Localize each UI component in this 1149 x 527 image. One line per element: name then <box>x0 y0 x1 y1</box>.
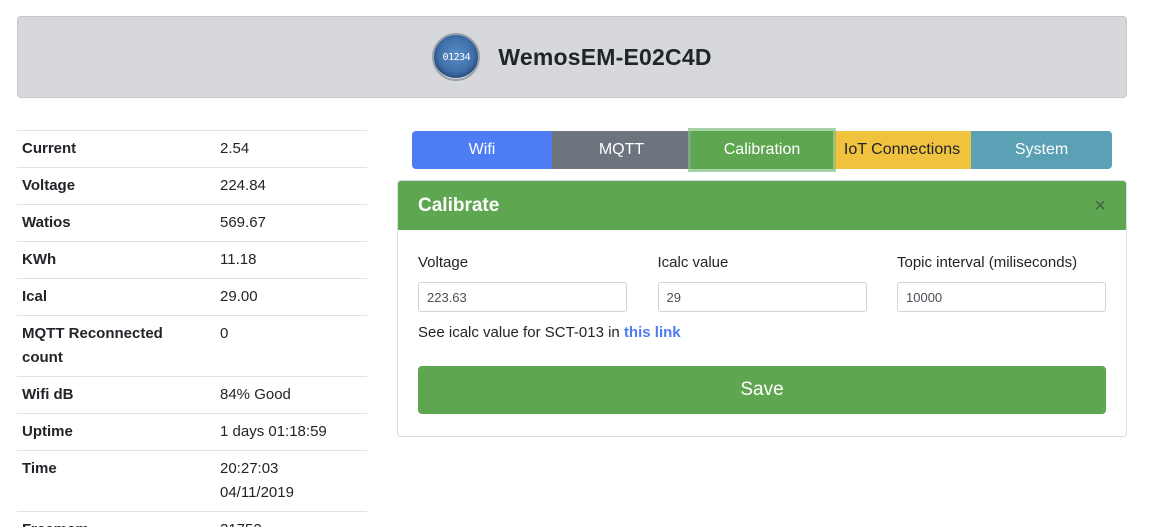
stat-label: Wifi dB <box>22 386 74 403</box>
icalc-field-group: Icalc value <box>657 250 867 312</box>
stat-value: 0 <box>220 325 229 342</box>
calibrate-panel-body: Voltage Icalc value Topic interval (mili… <box>398 230 1126 434</box>
table-row: MQTT Reconnected count 0 <box>17 315 367 376</box>
save-button[interactable]: Save <box>418 366 1106 414</box>
icalc-input[interactable] <box>657 282 867 312</box>
table-row: Freemem 31752 <box>17 511 367 527</box>
interval-input[interactable] <box>897 282 1106 312</box>
icalc-label: Icalc value <box>657 254 729 271</box>
stats-table: Current 2.54 Voltage 224.84 Watios 569.6… <box>17 130 367 527</box>
stat-label: KWh <box>22 251 57 268</box>
stat-label: Time <box>22 460 57 477</box>
stat-value: 224.84 <box>220 177 266 194</box>
page-header: 01234 WemosEM-E02C4D <box>17 16 1127 98</box>
stat-label: Uptime <box>22 423 73 440</box>
stat-value: 1 days 01:18:59 <box>220 423 327 440</box>
stat-value: 84% Good <box>220 386 291 403</box>
tab-mqtt[interactable]: MQTT <box>552 131 691 169</box>
table-row: Current 2.54 <box>17 130 367 167</box>
tab-wifi[interactable]: Wifi <box>412 131 552 169</box>
tab-system[interactable]: System <box>971 131 1112 169</box>
stat-label: Current <box>22 140 77 157</box>
stat-label: Voltage <box>22 177 76 194</box>
stat-label: MQTT Reconnected count <box>22 325 163 366</box>
stat-label: Watios <box>22 214 71 231</box>
voltage-input[interactable] <box>418 282 627 312</box>
panel-title: Calibrate <box>418 194 500 216</box>
help-text: See icalc value for SCT-013 in <box>418 324 624 341</box>
table-row: Ical 29.00 <box>17 278 367 315</box>
tab-iot-connections[interactable]: IoT Connections <box>833 131 971 169</box>
stat-value: 20:27:03 04/11/2019 <box>220 460 294 501</box>
voltage-field-group: Voltage <box>418 250 627 312</box>
interval-label: Topic interval (miliseconds) <box>897 254 1078 271</box>
calibration-fields: Voltage Icalc value Topic interval (mili… <box>418 250 1106 312</box>
logo: 01234 <box>432 33 481 81</box>
stat-value: 11.18 <box>220 251 257 268</box>
help-link[interactable]: this link <box>624 324 681 341</box>
table-row: KWh 11.18 <box>17 241 367 278</box>
table-row: Watios 569.67 <box>17 204 367 241</box>
logo-text: 01234 <box>442 51 471 63</box>
stat-value: 31752 <box>220 518 362 527</box>
icalc-help: See icalc value for SCT-013 in this link <box>418 324 1106 341</box>
table-row: Time 20:27:03 04/11/2019 <box>17 450 367 511</box>
stat-value: 2.54 <box>220 140 250 157</box>
table-row: Wifi dB 84% Good <box>17 376 367 413</box>
stat-value: 29.00 <box>220 288 258 305</box>
table-row: Voltage 224.84 <box>17 167 367 204</box>
stat-value: 569.67 <box>220 214 266 231</box>
stat-label: Freemem <box>22 518 220 527</box>
calibrate-panel-header: Calibrate × <box>398 181 1126 230</box>
settings-tabs: Wifi MQTT Calibration IoT Connections Sy… <box>412 131 1112 169</box>
close-icon[interactable]: × <box>1094 196 1106 216</box>
tab-calibration[interactable]: Calibration <box>691 131 833 169</box>
interval-field-group: Topic interval (miliseconds) <box>897 250 1106 312</box>
calibrate-panel: Calibrate × Voltage Icalc value Topic in… <box>397 180 1127 437</box>
stat-label: Ical <box>22 288 48 305</box>
table-row: Uptime 1 days 01:18:59 <box>17 413 367 450</box>
page-title: WemosEM-E02C4D <box>498 43 712 70</box>
voltage-label: Voltage <box>418 254 469 271</box>
